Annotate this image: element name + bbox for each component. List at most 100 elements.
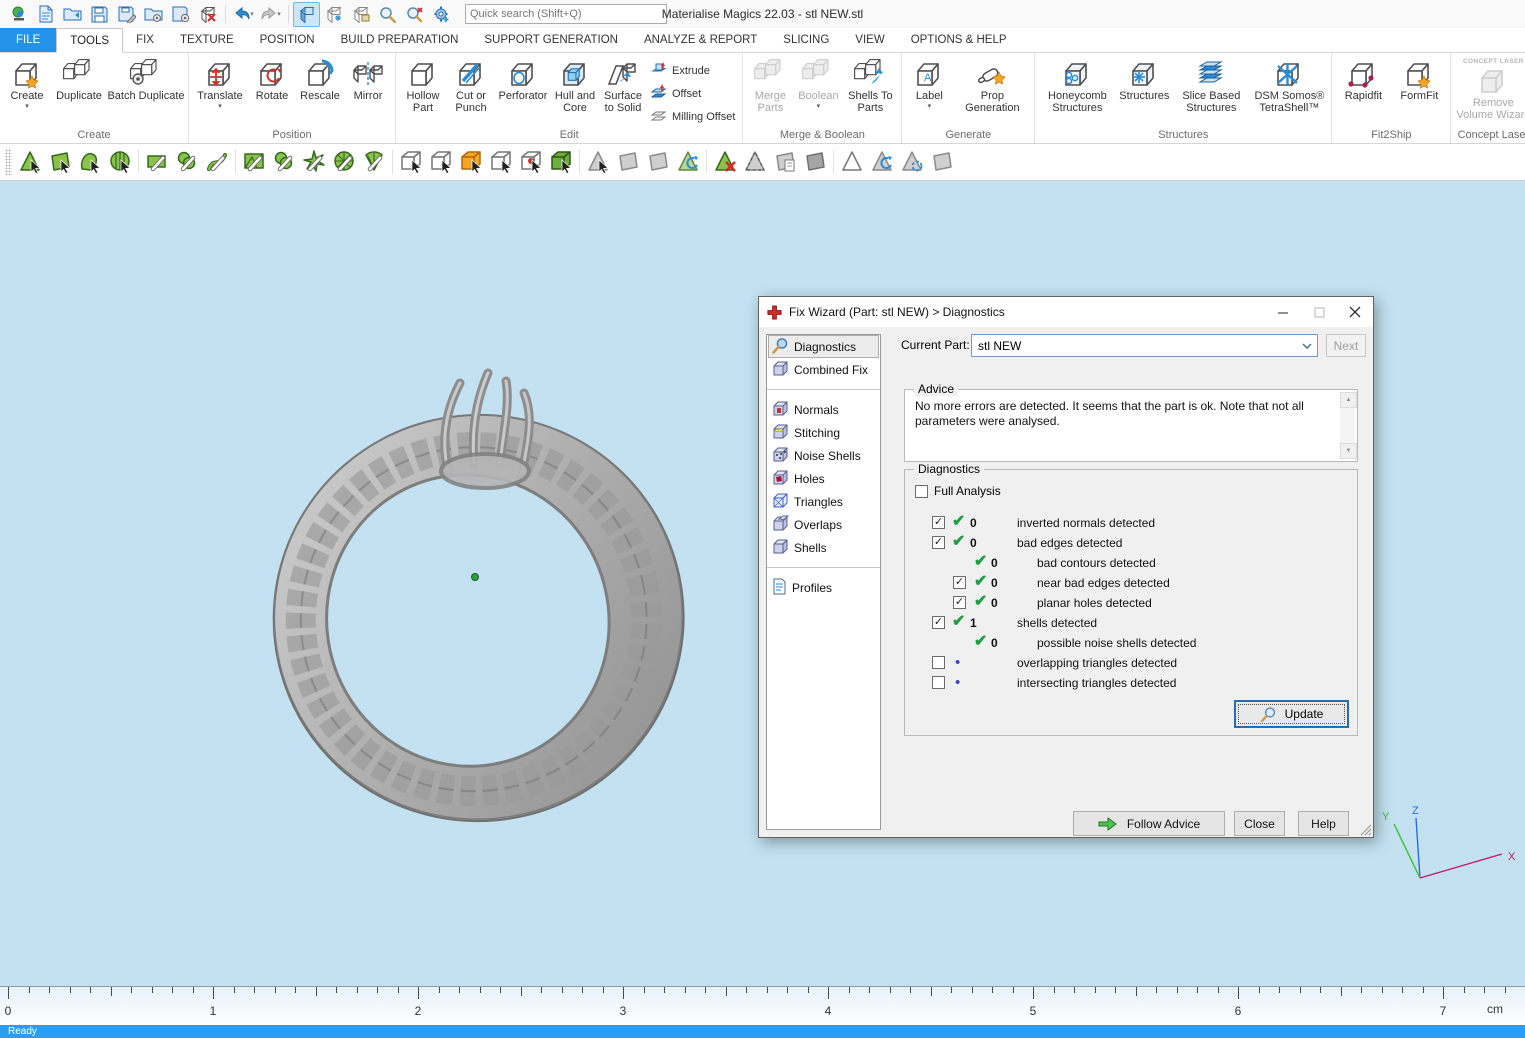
ribbon-button-structures[interactable]: Structures [1116, 55, 1172, 102]
save-as-icon[interactable] [113, 2, 140, 27]
mark-pie-tool-icon[interactable] [329, 147, 359, 177]
ribbon-button-remove-volume-wizard[interactable]: CONCEPT LASERRemove Volume Wizard [1454, 55, 1525, 122]
ribbon-button-create-part[interactable]: Create▾ [3, 55, 51, 110]
select-cube-marked-icon[interactable] [516, 147, 546, 177]
select-cube-surface-icon[interactable] [426, 147, 456, 177]
help-button[interactable]: Help [1298, 811, 1349, 836]
select-cube-volume-icon[interactable] [546, 147, 576, 177]
diagnostic-checkbox[interactable]: ✓ [932, 616, 945, 629]
scroll-down-icon[interactable]: ▼ [1340, 443, 1357, 459]
open-folder-icon[interactable] [59, 2, 86, 27]
magics-logo-icon[interactable] [5, 2, 32, 27]
shrink-marked-icon[interactable] [643, 147, 673, 177]
fix-wizard-nav-shells[interactable]: Shells [768, 536, 879, 559]
fix-wizard-nav-holes[interactable]: Holes [768, 467, 879, 490]
ribbon-button-dsm-somos-tetrashell[interactable]: DSM Somos® TetraShell™ [1250, 55, 1328, 115]
fix-wizard-nav-normals[interactable]: Normals [768, 398, 879, 421]
select-window-tool-icon[interactable] [45, 147, 75, 177]
ribbon-button-merge-parts[interactable]: Merge Parts [746, 55, 794, 115]
ribbon-button-perforator[interactable]: Perforator [495, 55, 551, 102]
menu-item-support-generation[interactable]: SUPPORT GENERATION [471, 28, 631, 52]
update-button[interactable]: Update [1235, 701, 1348, 727]
close-button[interactable] [1337, 297, 1373, 327]
menu-item-texture[interactable]: TEXTURE [167, 28, 247, 52]
ribbon-button-batch-duplicate[interactable]: Batch Duplicate [107, 55, 185, 102]
diagnostic-checkbox[interactable]: ✓ [953, 576, 966, 589]
dialog-titlebar[interactable]: Fix Wizard (Part: stl NEW) > Diagnostics [759, 297, 1373, 327]
settings-gear-icon[interactable] [428, 2, 455, 27]
menu-item-file[interactable]: FILE [0, 28, 56, 52]
grow-marked-icon[interactable] [613, 147, 643, 177]
fill-marked-icon[interactable] [800, 147, 830, 177]
ribbon-button-label[interactable]: ALabel▾ [905, 55, 953, 110]
ribbon-button-hollow-part[interactable]: Hollow Part [399, 55, 447, 115]
dropdown-caret-icon[interactable]: ▾ [277, 10, 281, 18]
view-cube-icon[interactable] [293, 2, 320, 27]
fix-wizard-nav-diagnostics[interactable]: Diagnostics [768, 335, 879, 358]
ribbon-button-surface-to-solid[interactable]: Surface to Solid [599, 55, 647, 115]
ribbon-button-offset[interactable]: Offset [651, 84, 735, 103]
ribbon-button-honeycomb-structures[interactable]: Honeycomb Structures [1038, 55, 1116, 115]
scroll-up-icon[interactable]: ▲ [1340, 392, 1357, 408]
select-cube-shell-icon[interactable] [456, 147, 486, 177]
save-project-icon[interactable] [167, 2, 194, 27]
zoom-icon[interactable] [374, 2, 401, 27]
fix-wizard-nav-combined-fix[interactable]: Combined Fix [768, 358, 879, 381]
close-dialog-button[interactable]: Close [1234, 811, 1285, 836]
triangle-outline-icon[interactable] [837, 147, 867, 177]
diagnostic-checkbox[interactable]: ✓ [932, 516, 945, 529]
toolbar-drag-handle[interactable] [5, 149, 12, 175]
mark-curve-tool-icon[interactable] [202, 147, 232, 177]
quick-search-input[interactable] [465, 4, 667, 24]
update-marked-icon[interactable] [673, 147, 703, 177]
advice-scrollbar[interactable]: ▲ ▼ [1340, 392, 1355, 459]
mark-rectangle-tool-icon[interactable] [142, 147, 172, 177]
menu-item-tools[interactable]: TOOLS [56, 28, 123, 53]
ribbon-button-rescale[interactable]: Rescale [296, 55, 344, 102]
ribbon-button-formfit[interactable]: FormFit [1391, 55, 1447, 102]
ribbon-button-prop-generation[interactable]: Prop Generation [953, 55, 1031, 115]
resize-grip[interactable] [1358, 822, 1372, 836]
menu-item-view[interactable]: VIEW [842, 28, 897, 52]
select-triangles-tool-icon[interactable] [15, 147, 45, 177]
ring-model[interactable] [252, 321, 712, 841]
minimize-button[interactable] [1265, 297, 1301, 327]
fix-wizard-nav-noise-shells[interactable]: Noise Shells [768, 444, 879, 467]
ribbon-button-hull-and-core[interactable]: Hull and Core [551, 55, 599, 115]
select-freeform-tool-icon[interactable] [75, 147, 105, 177]
ribbon-button-mirror[interactable]: Mirror [344, 55, 392, 102]
ribbon-button-extrude[interactable]: Extrude [651, 61, 735, 80]
diagnostic-checkbox[interactable] [932, 656, 945, 669]
menu-item-build-preparation[interactable]: BUILD PREPARATION [328, 28, 472, 52]
fix-wizard-nav-overlaps[interactable]: Overlaps [768, 513, 879, 536]
ribbon-button-duplicate[interactable]: Duplicate [51, 55, 107, 102]
menu-item-analyze-report[interactable]: ANALYZE & REPORT [631, 28, 770, 52]
fix-wizard-nav-triangles[interactable]: Triangles [768, 490, 879, 513]
mark-window-triangles-icon[interactable] [239, 147, 269, 177]
select-sphere-tool-icon[interactable] [105, 147, 135, 177]
triangles-lasso-icon[interactable] [897, 147, 927, 177]
save-icon[interactable] [86, 2, 113, 27]
new-document-icon[interactable] [32, 2, 59, 27]
mark-circles-tool-icon[interactable] [172, 147, 202, 177]
dropdown-caret-icon[interactable]: ▾ [250, 10, 254, 18]
fix-part-cube-icon[interactable] [320, 2, 347, 27]
ribbon-button-rapidfit[interactable]: Rapidfit [1335, 55, 1391, 102]
follow-advice-button[interactable]: Follow Advice [1073, 811, 1225, 836]
marked-triangles-cursor-icon[interactable] [583, 147, 613, 177]
ribbon-button-rotate[interactable]: Rotate [248, 55, 296, 102]
diagnostic-checkbox[interactable]: ✓ [953, 596, 966, 609]
triangles-update-icon[interactable] [867, 147, 897, 177]
fix-wizard-nav-profiles[interactable]: Profiles [768, 576, 879, 599]
full-analysis-checkbox[interactable] [915, 485, 928, 498]
fix-wizard-nav-stitching[interactable]: Stitching [768, 421, 879, 444]
ribbon-button-translate[interactable]: Translate▾ [192, 55, 248, 110]
next-button[interactable]: Next [1326, 334, 1366, 357]
ribbon-button-milling-offset[interactable]: Milling Offset [651, 107, 735, 126]
viewport-3d[interactable]: Z Y X Fix Wizard (Part: stl NEW) > Diagn… [0, 181, 1525, 986]
select-cube-part-icon[interactable] [486, 147, 516, 177]
redo-icon[interactable]: ▾ [257, 2, 284, 27]
copy-marked-to-part-icon[interactable] [770, 147, 800, 177]
menu-item-position[interactable]: POSITION [247, 28, 328, 52]
remove-part-icon[interactable] [194, 2, 221, 27]
